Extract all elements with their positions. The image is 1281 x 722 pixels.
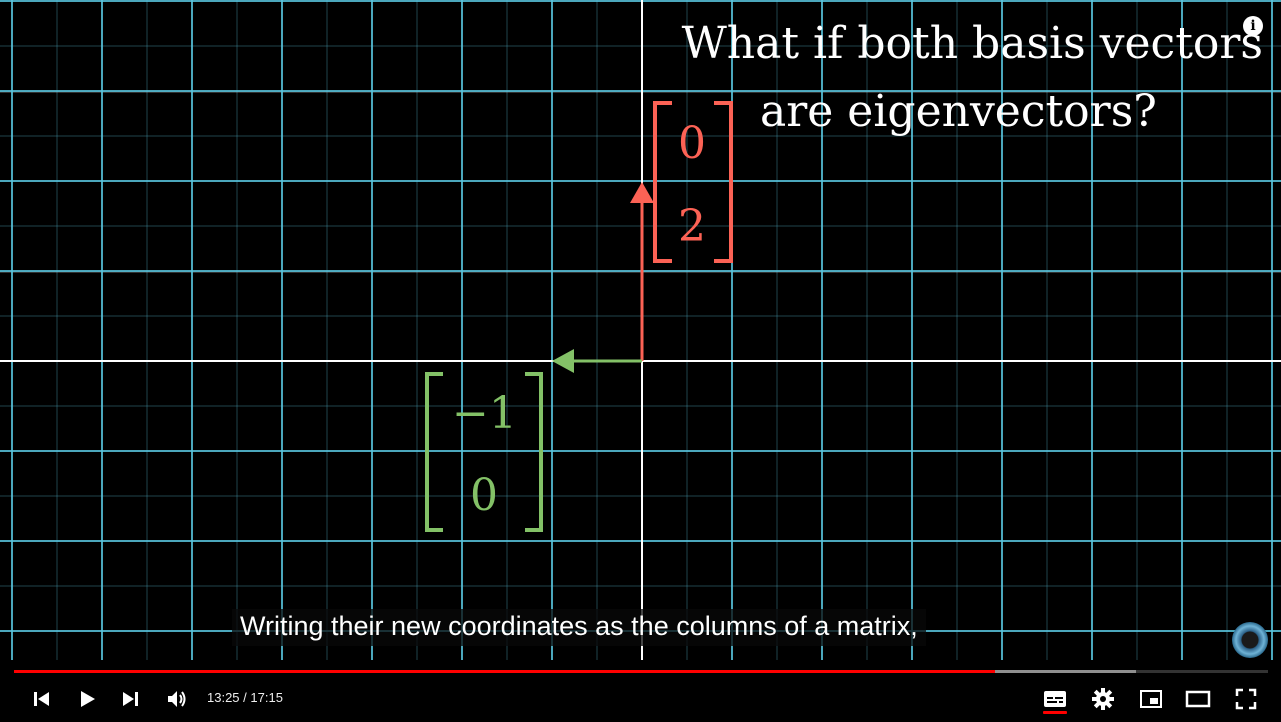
subtitles-button[interactable] xyxy=(1038,676,1072,722)
green-vector-arrowhead xyxy=(552,349,574,373)
green-vector-entry-bottom: 0 xyxy=(470,470,498,521)
theater-mode-icon xyxy=(1185,690,1211,708)
next-button[interactable] xyxy=(116,676,146,722)
red-vector-entry-top: 0 xyxy=(678,118,706,169)
settings-button[interactable] xyxy=(1086,676,1120,722)
red-vector-arrowhead xyxy=(630,182,654,203)
video-player[interactable]: What if both basis vectors are eigenvect… xyxy=(0,0,1281,722)
info-icon[interactable]: i xyxy=(1243,16,1263,36)
progress-bar[interactable] xyxy=(14,670,1268,673)
play-button[interactable] xyxy=(72,676,102,722)
channel-watermark[interactable] xyxy=(1232,622,1268,658)
play-icon xyxy=(81,691,95,707)
previous-button[interactable] xyxy=(26,676,56,722)
skip-next-icon xyxy=(123,692,138,706)
subtitles-active-indicator xyxy=(1043,711,1067,714)
subtitle-caption: Writing their new coordinates as the col… xyxy=(232,609,926,646)
green-vector-entry-top: −1 xyxy=(452,388,517,439)
volume-button[interactable] xyxy=(162,676,192,722)
theater-mode-button[interactable] xyxy=(1180,676,1216,722)
skip-previous-icon xyxy=(34,692,49,706)
subtitles-icon xyxy=(1044,691,1066,707)
duration: 17:15 xyxy=(250,690,283,705)
player-controls: 13:25 / 17:15 xyxy=(0,676,1281,722)
fullscreen-button[interactable] xyxy=(1230,676,1262,722)
scene-title-line-1: What if both basis vectors xyxy=(681,18,1263,69)
scene-title-line-2: are eigenvectors? xyxy=(760,86,1157,137)
gear-icon xyxy=(1092,688,1114,710)
red-vector-entry-bottom: 2 xyxy=(678,201,706,252)
miniplayer-button[interactable] xyxy=(1134,676,1168,722)
time-display: 13:25 / 17:15 xyxy=(207,690,283,705)
time-separator: / xyxy=(239,690,251,705)
current-time: 13:25 xyxy=(207,690,240,705)
miniplayer-icon xyxy=(1140,690,1162,708)
fullscreen-icon xyxy=(1235,688,1257,710)
volume-icon xyxy=(168,691,186,707)
progress-played xyxy=(14,670,995,673)
